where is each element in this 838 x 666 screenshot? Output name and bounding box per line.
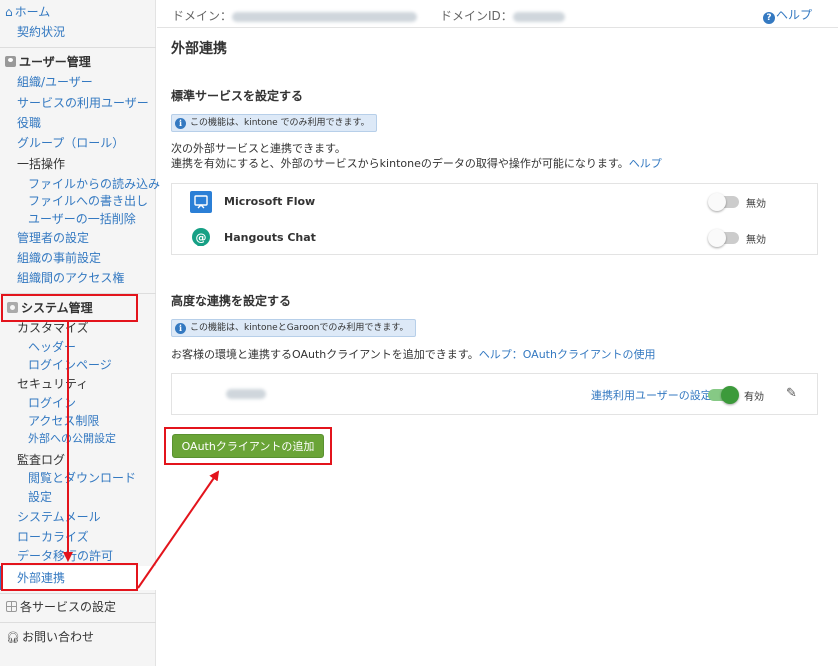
advanced-info-badge: i この機能は、kintoneとGaroonでのみ利用できます。 bbox=[171, 319, 416, 337]
annotation-box-external-integration bbox=[1, 563, 138, 591]
grid-icon bbox=[6, 601, 17, 612]
domain-id-label: ドメインID： bbox=[440, 7, 565, 24]
oauth-client-toggle[interactable] bbox=[708, 386, 739, 404]
sidebar-item-service-settings[interactable]: 各サービスの設定 bbox=[6, 597, 116, 617]
sidebar-section-user-mgmt: ユーザー管理 bbox=[5, 52, 91, 72]
standard-services-list: Microsoft Flow 無効 @ Hangouts Chat 無効 bbox=[171, 183, 818, 255]
microsoft-flow-toggle[interactable] bbox=[708, 193, 739, 211]
domain-id-blurred bbox=[512, 11, 565, 22]
oauth-client-row: 連携利用ユーザーの設定 有効 ✎ bbox=[171, 373, 818, 415]
divider bbox=[0, 622, 156, 623]
sidebar-group-bulk-ops: 一括操作 bbox=[17, 157, 66, 171]
standard-help-link[interactable]: ヘルプ bbox=[629, 157, 662, 170]
service-row-microsoft-flow: Microsoft Flow 無効 bbox=[172, 184, 817, 220]
help-icon: ? bbox=[762, 12, 775, 24]
sidebar-item-org-presets[interactable]: 組織の事前設定 bbox=[17, 248, 101, 268]
toggle-status: 無効 bbox=[746, 199, 766, 210]
sidebar-item-access-limit[interactable]: アクセス制限 bbox=[28, 411, 99, 431]
main-content: ドメイン： ドメインID： ? ヘルプ 外部連携 標準サービスを設定する i この機… bbox=[157, 0, 838, 666]
sidebar-item-export-file[interactable]: ファイルへの書き出し bbox=[28, 191, 148, 211]
sidebar-item-groups[interactable]: グループ（ロール） bbox=[17, 133, 124, 153]
sidebar-item-log-settings[interactable]: 設定 bbox=[28, 487, 52, 507]
oauth-client-name-blurred bbox=[226, 389, 266, 399]
sidebar-item-home[interactable]: ⌂ ホーム bbox=[5, 2, 50, 22]
hangouts-chat-icon: @ bbox=[192, 228, 210, 246]
domain-value-blurred bbox=[232, 11, 418, 22]
standard-info-badge: i この機能は、kintone でのみ利用できます。 bbox=[171, 114, 377, 132]
divider bbox=[0, 47, 156, 48]
sidebar-item-contract[interactable]: 契約状況 bbox=[17, 22, 65, 42]
sidebar-item-login-page[interactable]: ログインページ bbox=[28, 355, 112, 375]
toggle-status: 無効 bbox=[746, 235, 766, 246]
top-bar: ドメイン： ドメインID： ? ヘルプ bbox=[157, 0, 838, 28]
headset-icon: 🎧︎ bbox=[6, 631, 20, 644]
standard-desc-2: 連携を有効にすると、外部のサービスからkintoneのデータの取得や操作が可能に… bbox=[171, 157, 662, 170]
sidebar-item-org-users[interactable]: 組織/ユーザー bbox=[17, 72, 93, 92]
oauth-help-link[interactable]: ヘルプ：OAuthクライアントの使用 bbox=[479, 348, 656, 361]
annotation-box-system-mgmt bbox=[1, 294, 138, 322]
help-link-top[interactable]: ? ヘルプ bbox=[762, 6, 812, 24]
sidebar-item-system-mail[interactable]: システムメール bbox=[17, 507, 101, 527]
pencil-icon[interactable]: ✎ bbox=[786, 386, 797, 401]
info-icon: i bbox=[175, 118, 186, 129]
advanced-desc: お客様の環境と連携するOAuthクライアントを追加できます。ヘルプ：OAuthク… bbox=[171, 348, 656, 361]
sidebar-group-audit-log: 監査ログ bbox=[17, 453, 66, 467]
sidebar-group-security: セキュリティ bbox=[17, 377, 89, 391]
user-settings-link[interactable]: 連携利用ユーザーの設定 bbox=[591, 387, 712, 403]
microsoft-flow-icon bbox=[190, 191, 212, 213]
service-row-hangouts-chat: @ Hangouts Chat 無効 bbox=[172, 220, 817, 256]
svg-text:@: @ bbox=[196, 231, 207, 244]
sidebar-item-external-publish[interactable]: 外部への公開設定 bbox=[28, 429, 116, 449]
sidebar-item-header[interactable]: ヘッダー bbox=[28, 337, 76, 357]
annotation-box-add-button bbox=[164, 427, 332, 465]
service-name: Hangouts Chat bbox=[224, 231, 316, 244]
advanced-section-title: 高度な連携を設定する bbox=[171, 294, 292, 308]
service-name: Microsoft Flow bbox=[224, 195, 316, 208]
divider bbox=[0, 593, 156, 594]
sidebar-item-contact[interactable]: 🎧︎ お問い合わせ bbox=[6, 627, 94, 647]
standard-desc-1: 次の外部サービスと連携できます。 bbox=[171, 142, 346, 155]
domain-label: ドメイン： bbox=[172, 7, 418, 24]
page-title: 外部連携 bbox=[171, 41, 227, 57]
sidebar-item-view-download[interactable]: 閲覧とダウンロード bbox=[28, 468, 136, 488]
standard-section-title: 標準サービスを設定する bbox=[171, 89, 304, 103]
sidebar-item-service-users[interactable]: サービスの利用ユーザー bbox=[17, 93, 149, 113]
toggle-status: 有効 bbox=[744, 392, 764, 403]
sidebar-item-bulk-delete[interactable]: ユーザーの一括削除 bbox=[28, 209, 136, 229]
home-icon: ⌂ bbox=[5, 5, 13, 19]
sidebar-item-login[interactable]: ログイン bbox=[28, 393, 76, 413]
sidebar-item-admin-settings[interactable]: 管理者の設定 bbox=[17, 228, 89, 248]
hangouts-chat-toggle[interactable] bbox=[708, 229, 739, 247]
toggle-knob bbox=[708, 229, 726, 247]
toggle-knob bbox=[721, 386, 739, 404]
sidebar-item-roles[interactable]: 役職 bbox=[17, 113, 41, 133]
info-icon: i bbox=[175, 323, 186, 334]
toggle-knob bbox=[708, 193, 726, 211]
sidebar-item-localize[interactable]: ローカライズ bbox=[17, 527, 89, 547]
person-icon bbox=[5, 56, 16, 67]
sidebar-item-org-access[interactable]: 組織間のアクセス権 bbox=[17, 268, 124, 288]
